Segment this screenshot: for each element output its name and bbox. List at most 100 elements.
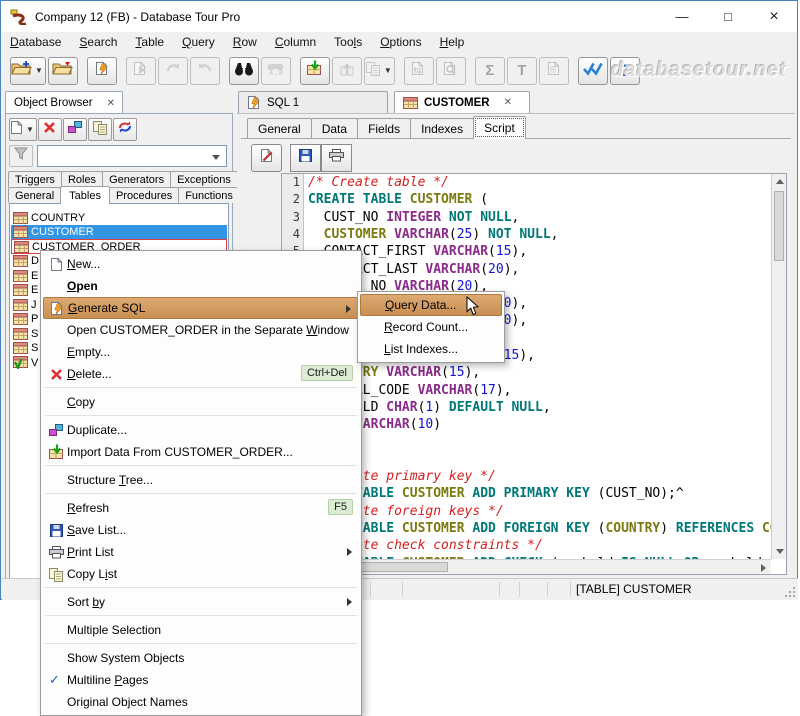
subtab-indexes[interactable]: Indexes xyxy=(410,118,474,139)
scroll-up-icon[interactable] xyxy=(772,174,787,189)
scroll-down-icon[interactable] xyxy=(772,544,787,559)
undo-icon xyxy=(197,61,213,80)
filter-button[interactable] xyxy=(9,145,33,167)
table-name-label: E xyxy=(31,284,38,296)
binoculars-button[interactable] xyxy=(229,57,259,85)
table-name-label: V xyxy=(31,357,38,369)
subtab-general[interactable]: General xyxy=(247,118,312,139)
menubar-item-column[interactable]: Column xyxy=(266,33,325,51)
scroll-right-icon[interactable] xyxy=(756,560,771,575)
object-tab-triggers[interactable]: Triggers xyxy=(8,171,62,187)
code-line: ALTER TABLE CUSTOMER ADD PRIMARY KEY (CU… xyxy=(308,486,684,503)
menu-item-copy[interactable]: Copy xyxy=(43,391,359,413)
close-button[interactable]: × xyxy=(751,1,797,32)
menubar-item-database[interactable]: Database xyxy=(1,33,70,51)
page-preview-icon xyxy=(443,61,458,81)
menu-item-open[interactable]: Open xyxy=(43,275,359,297)
minimize-button[interactable]: — xyxy=(659,1,705,32)
menu-item-open-customer-order-in-the-separate-window[interactable]: Open CUSTOMER_ORDER in the Separate Wind… xyxy=(43,319,359,341)
menubar-item-options[interactable]: Options xyxy=(371,33,430,51)
menu-item-list-indexes[interactable]: List Indexes... xyxy=(360,338,502,360)
maximize-button[interactable]: □ xyxy=(705,1,751,32)
menubar-item-table[interactable]: Table xyxy=(126,33,173,51)
close-tab-icon[interactable]: ✕ xyxy=(504,97,512,108)
menu-item-delete[interactable]: Delete...Ctrl+Del xyxy=(43,363,359,385)
menu-item-label: Record Count... xyxy=(384,320,468,334)
printer-button[interactable] xyxy=(321,144,352,172)
object-tab-exceptions[interactable]: Exceptions xyxy=(170,171,238,187)
object-tab-roles[interactable]: Roles xyxy=(61,171,103,187)
menu-item-generate-sql[interactable]: Generate SQL xyxy=(43,297,359,319)
subtab-data[interactable]: Data xyxy=(311,118,358,139)
menubar-item-row[interactable]: Row xyxy=(224,33,266,51)
floppy-button[interactable] xyxy=(290,144,321,172)
red-x-button[interactable] xyxy=(38,118,62,141)
double-check-button[interactable] xyxy=(578,57,608,85)
object-tab-generators[interactable]: Generators xyxy=(102,171,171,187)
vertical-scrollbar[interactable] xyxy=(771,174,786,559)
toolbar-separator xyxy=(291,57,298,85)
table-icon xyxy=(13,226,28,238)
export-up-button xyxy=(332,57,362,85)
menu-item-multiple-selection[interactable]: Multiple Selection xyxy=(43,619,359,641)
cubes-button[interactable] xyxy=(63,118,87,141)
doc-tab-sql-1[interactable]: SQL 1 xyxy=(238,91,388,114)
copy-pages2-icon xyxy=(47,567,65,582)
menu-item-import-data-from-customer-order[interactable]: Import Data From CUSTOMER_ORDER... xyxy=(43,441,359,463)
object-tab-tables[interactable]: Tables xyxy=(60,186,110,204)
code-area[interactable]: /* Create table */CREATE TABLE CUSTOMER … xyxy=(304,174,771,559)
menu-item-empty[interactable]: Empty... xyxy=(43,341,359,363)
object-tab-general[interactable]: General xyxy=(8,187,61,203)
doc-tab-customer[interactable]: CUSTOMER✕ xyxy=(394,91,530,114)
object-filter-combobox[interactable] xyxy=(37,145,227,167)
menu-item-save-list[interactable]: Save List... xyxy=(43,519,359,541)
subtab-script[interactable]: Script xyxy=(473,116,526,139)
shortcut-badge: F5 xyxy=(328,499,353,515)
table-list-item-country[interactable]: COUNTRY xyxy=(11,210,227,225)
menu-item-refresh[interactable]: RefreshF5 xyxy=(43,497,359,519)
menu-item-show-system-objects[interactable]: Show System Objects xyxy=(43,647,359,669)
menu-item-copy-list[interactable]: Copy List xyxy=(43,563,359,585)
doc-lightning-button[interactable] xyxy=(87,57,117,85)
sigma-button: Σ xyxy=(475,57,505,85)
doc-pencil-button[interactable] xyxy=(251,144,282,172)
vertical-scroll-thumb[interactable] xyxy=(774,191,784,261)
menu-item-new[interactable]: New... xyxy=(43,253,359,275)
dropdown-arrow-icon[interactable]: ▼ xyxy=(26,125,34,134)
toolbar-separator xyxy=(117,57,124,85)
object-browser-close-icon[interactable]: ✕ xyxy=(107,98,115,109)
dropdown-arrow-icon[interactable]: ▼ xyxy=(384,66,392,75)
copy-pages2-button[interactable] xyxy=(88,118,112,141)
menu-item-duplicate[interactable]: Duplicate... xyxy=(43,419,359,441)
dropdown-arrow-icon[interactable]: ▼ xyxy=(35,66,43,75)
object-tab-procedures[interactable]: Procedures xyxy=(109,187,179,203)
menubar-item-query[interactable]: Query xyxy=(173,33,224,51)
menu-item-print-list[interactable]: Print List xyxy=(43,541,359,563)
menu-item-sort-by[interactable]: Sort by xyxy=(43,591,359,613)
view-icon xyxy=(13,356,28,369)
object-tab-functions[interactable]: Functions xyxy=(178,187,240,203)
page-preview-button xyxy=(436,57,466,85)
table-list-item-customer[interactable]: CUSTOMER xyxy=(11,225,227,240)
import-table-button[interactable] xyxy=(300,57,330,85)
object-browser-tab[interactable]: Object Browser ✕ xyxy=(5,91,123,114)
menu-item-query-data[interactable]: Query Data... xyxy=(360,294,502,316)
menubar-item-help[interactable]: Help xyxy=(431,33,474,51)
printer-icon xyxy=(47,546,65,559)
subtab-fields[interactable]: Fields xyxy=(357,118,411,139)
folder-open-button[interactable] xyxy=(48,57,78,85)
folder-new-button[interactable]: ▼ xyxy=(10,57,46,85)
menu-item-structure-tree[interactable]: Structure Tree... xyxy=(43,469,359,491)
menu-item-original-object-names[interactable]: Original Object Names xyxy=(43,691,359,713)
doc-new-button[interactable]: ▼ xyxy=(9,118,37,141)
table-name-label: P xyxy=(31,313,38,325)
menu-item-multiline-pages[interactable]: ✓Multiline Pages xyxy=(43,669,359,691)
menubar-item-tools[interactable]: Tools xyxy=(325,33,371,51)
menu-item-label: Original Object Names xyxy=(67,695,188,709)
menubar-item-search[interactable]: Search xyxy=(70,33,126,51)
menu-item-record-count[interactable]: Record Count... xyxy=(360,316,502,338)
table-icon xyxy=(403,97,418,109)
resize-grip[interactable] xyxy=(785,587,795,597)
object-browser-toolbar: ▼ xyxy=(9,118,138,141)
refresh-button[interactable] xyxy=(113,118,137,141)
